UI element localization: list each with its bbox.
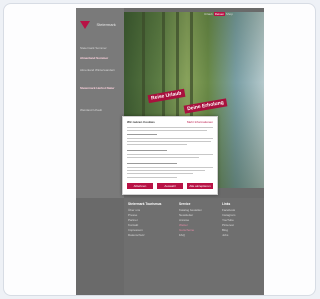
text-line <box>127 173 193 174</box>
footer-link[interactable]: Datenschutz <box>128 233 145 238</box>
cookie-more-info-link[interactable]: Mehr Informationen <box>187 120 213 124</box>
cookie-accept-button[interactable]: Alle akzeptieren <box>187 183 213 189</box>
text-line <box>127 170 205 171</box>
brand-heart-icon <box>80 20 90 29</box>
text-line <box>127 127 213 128</box>
text-line <box>127 144 187 145</box>
sidebar-item-2[interactable]: Almenland Sommer <box>80 56 120 60</box>
brand-name: Steiermark <box>96 22 116 28</box>
cookie-reject-button[interactable]: Ablehnen <box>127 183 153 189</box>
sidebar: Steiermark Steiermark Sommer Almenland S… <box>76 8 124 198</box>
text-line <box>127 157 199 158</box>
text-line <box>127 130 207 131</box>
text-line <box>127 177 177 178</box>
footer-link[interactable]: FAQ <box>179 233 202 238</box>
nav-item-1[interactable]: Urlaub <box>204 12 213 16</box>
footer-column-1: Über uns Presse Partner Kontakt Impressu… <box>128 208 145 238</box>
footer-heading-2: Service <box>179 202 191 206</box>
nav-item-3[interactable]: Shop <box>226 12 233 16</box>
cookie-dialog-title: Wir nutzen Cookies <box>127 120 155 124</box>
footer-column-2: Katalog bestellen Newsletter Anreise Wet… <box>179 208 202 238</box>
sidebar-item-3[interactable]: Almenland Winterwandern <box>80 68 120 72</box>
text-line <box>127 154 213 155</box>
screenshot-card: Steiermark Steiermark Sommer Almenland S… <box>3 3 316 296</box>
text-line <box>127 163 177 165</box>
footer-link[interactable]: Jobs <box>222 233 235 238</box>
top-navigation: Urlaub Reisen Shop <box>204 12 264 17</box>
sidebar-item-4[interactable]: Steiermark Herbst Natur <box>80 86 120 90</box>
sidebar-item-5[interactable]: Weinland Urlaub <box>80 108 120 112</box>
text-line <box>127 134 157 136</box>
cookie-settings-button[interactable]: Auswahl <box>157 183 183 189</box>
text-line <box>127 138 213 139</box>
footer-heading-1: Steiermark Tourismus <box>128 202 162 206</box>
text-line <box>127 167 213 168</box>
cookie-consent-dialog: Wir nutzen Cookies Mehr Informationen Ab… <box>122 116 218 195</box>
sidebar-item-1[interactable]: Steiermark Sommer <box>80 46 120 50</box>
footer-column-3: Facebook Instagram YouTube Pinterest Blo… <box>222 208 235 238</box>
nav-item-active[interactable]: Reisen <box>213 12 226 16</box>
text-line <box>127 141 211 142</box>
footer-heading-3: Links <box>222 202 231 206</box>
text-line <box>127 150 167 152</box>
site-footer: Steiermark Tourismus Service Links Über … <box>124 198 264 295</box>
brand-logo[interactable]: Steiermark <box>80 16 120 29</box>
